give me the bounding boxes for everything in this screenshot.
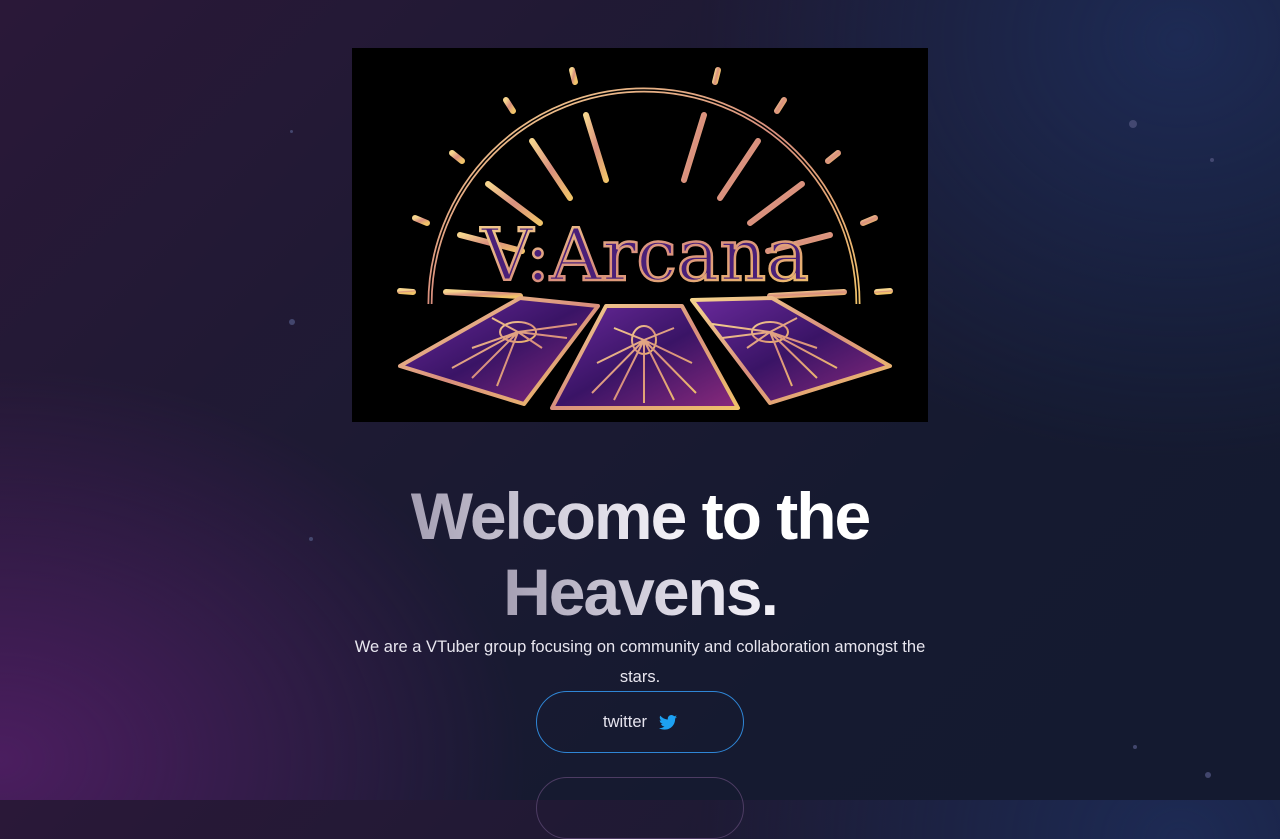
background-star	[1205, 772, 1211, 778]
logo-wordmark: V:Arcana	[480, 213, 809, 297]
headline-to-the: to the	[701, 479, 872, 553]
background-star	[1210, 158, 1214, 162]
background-star	[309, 537, 313, 541]
logo-banner: V:Arcana	[352, 48, 928, 422]
background-star	[1133, 745, 1137, 749]
twitter-button[interactable]: twitter	[536, 691, 744, 753]
headline-welcome: Welcome	[410, 479, 688, 553]
twitter-bird-icon	[659, 714, 677, 730]
background-star	[1129, 120, 1137, 128]
headline-heavens: Heavens.	[503, 555, 779, 629]
secondary-link-button[interactable]	[536, 777, 744, 839]
background-star	[289, 319, 295, 325]
background-star	[290, 130, 293, 133]
twitter-button-label: twitter	[602, 712, 647, 731]
hero-subtitle: We are a VTuber group focusing on commun…	[354, 638, 926, 686]
arcana-logo-image: V:Arcana	[397, 57, 893, 410]
hero-headline: Welcome to the Heavens.	[340, 478, 940, 630]
